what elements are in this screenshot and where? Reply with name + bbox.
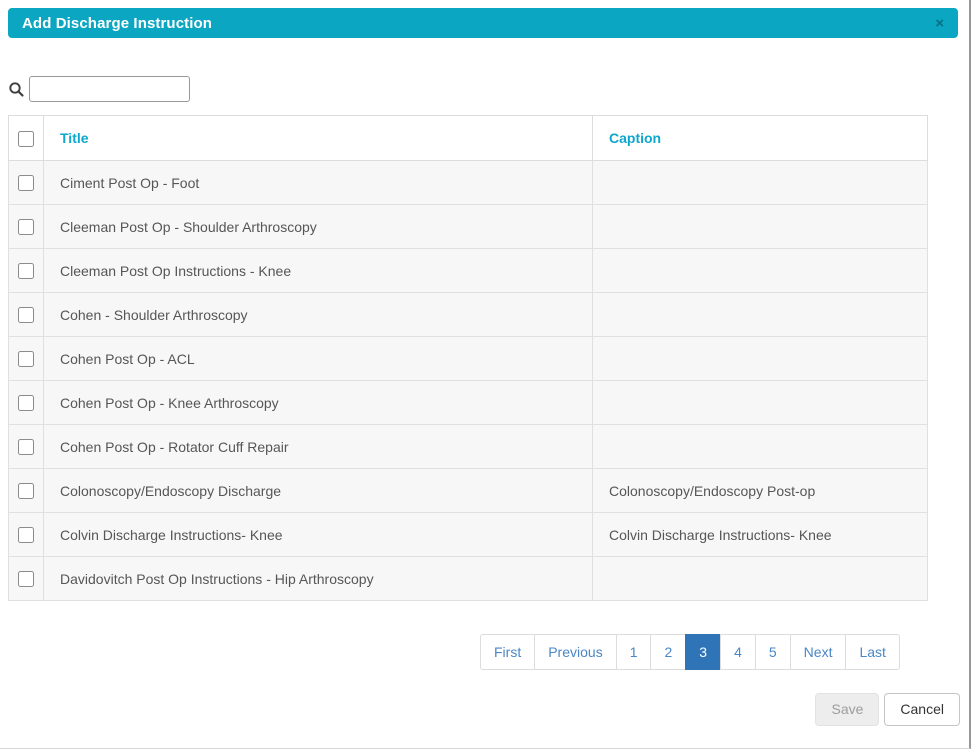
- title-cell: Cohen Post Op - ACL: [44, 337, 593, 381]
- checkbox-cell: [9, 469, 44, 513]
- table-row: Cohen Post Op - Rotator Cuff Repair: [9, 425, 928, 469]
- row-checkbox[interactable]: [18, 351, 34, 367]
- title-cell: Cohen - Shoulder Arthroscopy: [44, 293, 593, 337]
- row-checkbox[interactable]: [18, 219, 34, 235]
- checkbox-cell: [9, 205, 44, 249]
- page-first[interactable]: First: [480, 634, 535, 670]
- caption-cell: [593, 293, 928, 337]
- page-2[interactable]: 2: [650, 634, 686, 670]
- checkbox-cell: [9, 161, 44, 205]
- page-last[interactable]: Last: [845, 634, 899, 670]
- row-checkbox[interactable]: [18, 571, 34, 587]
- search-row: [8, 76, 190, 102]
- save-button[interactable]: Save: [815, 693, 879, 726]
- checkbox-cell: [9, 425, 44, 469]
- page-3[interactable]: 3: [685, 634, 721, 670]
- row-checkbox[interactable]: [18, 395, 34, 411]
- column-header-title[interactable]: Title: [44, 116, 593, 161]
- title-cell: Cleeman Post Op Instructions - Knee: [44, 249, 593, 293]
- modal-title: Add Discharge Instruction: [22, 15, 212, 32]
- add-discharge-instruction-modal: Add Discharge Instruction × Title Captio…: [0, 0, 971, 749]
- column-header-caption[interactable]: Caption: [593, 116, 928, 161]
- title-cell: Colonoscopy/Endoscopy Discharge: [44, 469, 593, 513]
- table-row: Ciment Post Op - Foot: [9, 161, 928, 205]
- table-row: Cohen Post Op - Knee Arthroscopy: [9, 381, 928, 425]
- pagination: FirstPrevious12345NextLast: [480, 634, 900, 670]
- select-all-checkbox[interactable]: [18, 131, 34, 147]
- row-checkbox[interactable]: [18, 439, 34, 455]
- table-body: Ciment Post Op - FootCleeman Post Op - S…: [9, 161, 928, 601]
- caption-cell: [593, 249, 928, 293]
- table-row: Colvin Discharge Instructions- KneeColvi…: [9, 513, 928, 557]
- checkbox-cell: [9, 293, 44, 337]
- page-previous[interactable]: Previous: [534, 634, 616, 670]
- table-row: Davidovitch Post Op Instructions - Hip A…: [9, 557, 928, 601]
- page-1[interactable]: 1: [616, 634, 652, 670]
- row-checkbox[interactable]: [18, 175, 34, 191]
- table-head: Title Caption: [9, 116, 928, 161]
- page-4[interactable]: 4: [720, 634, 756, 670]
- table-row: Cleeman Post Op Instructions - Knee: [9, 249, 928, 293]
- caption-cell: [593, 161, 928, 205]
- page-next[interactable]: Next: [790, 634, 847, 670]
- caption-cell: [593, 337, 928, 381]
- caption-cell: [593, 425, 928, 469]
- cancel-button[interactable]: Cancel: [884, 693, 960, 726]
- row-checkbox[interactable]: [18, 307, 34, 323]
- row-checkbox[interactable]: [18, 527, 34, 543]
- footer-actions: Save Cancel: [815, 693, 960, 726]
- title-cell: Cohen Post Op - Rotator Cuff Repair: [44, 425, 593, 469]
- title-cell: Cohen Post Op - Knee Arthroscopy: [44, 381, 593, 425]
- caption-cell: [593, 381, 928, 425]
- modal-header: Add Discharge Instruction ×: [8, 8, 958, 38]
- header-row: Title Caption: [9, 116, 928, 161]
- table-row: Cleeman Post Op - Shoulder Arthroscopy: [9, 205, 928, 249]
- title-cell: Ciment Post Op - Foot: [44, 161, 593, 205]
- checkbox-cell: [9, 381, 44, 425]
- search-icon: [8, 81, 25, 98]
- title-cell: Cleeman Post Op - Shoulder Arthroscopy: [44, 205, 593, 249]
- instructions-table: Title Caption Ciment Post Op - FootCleem…: [8, 115, 928, 601]
- caption-cell: Colonoscopy/Endoscopy Post-op: [593, 469, 928, 513]
- checkbox-cell: [9, 513, 44, 557]
- checkbox-cell: [9, 337, 44, 381]
- checkbox-cell: [9, 249, 44, 293]
- select-all-cell: [9, 116, 44, 161]
- table-row: Cohen - Shoulder Arthroscopy: [9, 293, 928, 337]
- caption-cell: [593, 205, 928, 249]
- page-5[interactable]: 5: [755, 634, 791, 670]
- table-row: Cohen Post Op - ACL: [9, 337, 928, 381]
- title-cell: Davidovitch Post Op Instructions - Hip A…: [44, 557, 593, 601]
- table-row: Colonoscopy/Endoscopy DischargeColonosco…: [9, 469, 928, 513]
- search-input[interactable]: [29, 76, 190, 102]
- title-cell: Colvin Discharge Instructions- Knee: [44, 513, 593, 557]
- row-checkbox[interactable]: [18, 263, 34, 279]
- close-icon[interactable]: ×: [935, 16, 944, 31]
- row-checkbox[interactable]: [18, 483, 34, 499]
- caption-cell: Colvin Discharge Instructions- Knee: [593, 513, 928, 557]
- checkbox-cell: [9, 557, 44, 601]
- caption-cell: [593, 557, 928, 601]
